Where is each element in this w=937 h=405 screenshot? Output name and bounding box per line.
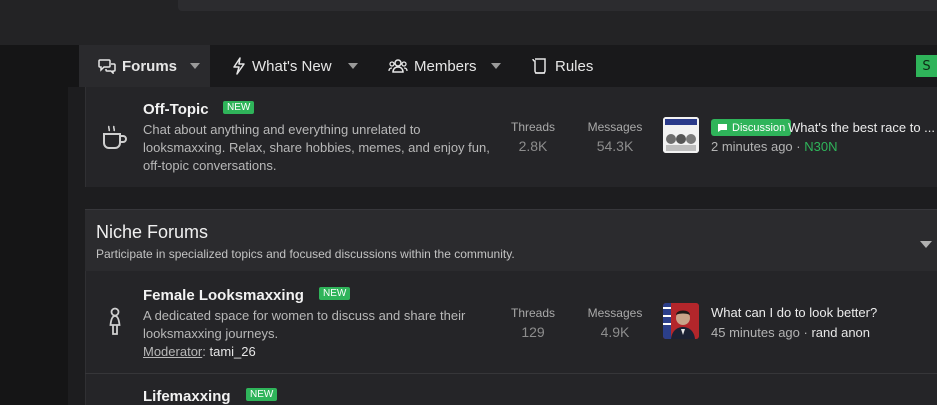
prefix-label: Discussion: [732, 121, 786, 134]
category-description: Participate in specialized topics and fo…: [96, 247, 515, 261]
messages-label: Messages: [587, 306, 643, 320]
tab-whats-new[interactable]: What's New: [232, 45, 332, 87]
moderator-line: Moderator: tami_26: [143, 343, 503, 361]
chevron-down-icon: [920, 241, 932, 248]
search-bar[interactable]: [178, 0, 937, 11]
description-line: A dedicated space for women to discuss a…: [143, 308, 466, 323]
forum-node-lifemaxxing[interactable]: Lifemaxxing NEW: [85, 374, 937, 405]
chevron-down-icon: [348, 63, 358, 69]
forum-title[interactable]: Off-Topic: [143, 101, 209, 118]
threads-count: 2.8K: [518, 138, 548, 154]
tab-members-label: Members: [414, 57, 477, 75]
new-badge: NEW: [223, 101, 255, 114]
forum-node-female-looksmaxxing[interactable]: Female Looksmaxxing NEW A dedicated spac…: [85, 271, 937, 373]
chevron-down-icon: [190, 63, 200, 69]
latest-thread-meta: 45 minutes ago · rand anon: [711, 325, 870, 340]
threads-label: Threads: [510, 120, 556, 134]
whats-new-dropdown-caret[interactable]: [340, 45, 366, 87]
main-nav: Forums What's New Members Rules: [0, 45, 937, 87]
left-sidebar: [0, 87, 68, 405]
latest-time: 45 minutes ago: [711, 325, 800, 340]
coffee-cup-icon: [100, 122, 130, 157]
discussion-prefix-badge[interactable]: Discussion: [711, 119, 792, 136]
tab-rules[interactable]: Rules: [531, 45, 593, 87]
forum-title[interactable]: Female Looksmaxxing: [143, 287, 304, 304]
users-icon: [388, 59, 408, 73]
forum-description: A dedicated space for women to discuss a…: [143, 307, 503, 361]
scroll-icon: [532, 58, 546, 74]
latest-author[interactable]: N30N: [804, 139, 837, 154]
meta-separator: ·: [792, 139, 805, 154]
new-badge: NEW: [319, 287, 351, 300]
description-line: looksmaxxing journeys.: [143, 326, 279, 341]
chat-bubbles-icon: [98, 59, 116, 74]
threads-label: Threads: [510, 306, 556, 320]
lightning-icon: [233, 57, 245, 75]
category-title[interactable]: Niche Forums: [96, 222, 208, 243]
chevron-down-icon: [491, 63, 501, 69]
moderator-label[interactable]: Moderator: [143, 344, 202, 359]
description-line: off-topic conversations.: [143, 158, 277, 173]
messages-label: Messages: [587, 120, 643, 134]
messages-count: 4.9K: [600, 324, 630, 340]
female-icon: [106, 307, 124, 342]
new-badge: NEW: [246, 388, 278, 401]
latest-thread-meta: 2 minutes ago · N30N: [711, 139, 837, 154]
tab-whats-new-label: What's New: [252, 57, 332, 75]
speech-bubble-icon: [718, 123, 727, 132]
avatar[interactable]: [663, 303, 699, 339]
forums-dropdown-caret[interactable]: [182, 45, 208, 87]
messages-count: 54.3K: [596, 138, 634, 154]
threads-count: 129: [521, 324, 545, 340]
nav-left-gutter: [0, 45, 79, 87]
description-line: looksmaxxing. Relax, share hobbies, meme…: [143, 140, 490, 155]
meta-separator: ·: [799, 325, 812, 340]
moderator-name[interactable]: tami_26: [209, 344, 255, 359]
description-line: Chat about anything and everything unrel…: [143, 122, 421, 137]
forum-node-off-topic[interactable]: Off-Topic NEW Chat about anything and ev…: [85, 87, 937, 187]
latest-time: 2 minutes ago: [711, 139, 793, 154]
tab-rules-label: Rules: [555, 57, 594, 75]
latest-thread-title[interactable]: What's the best race to ...: [788, 120, 935, 135]
members-dropdown-caret[interactable]: [483, 45, 509, 87]
thread-thumbnail[interactable]: [663, 117, 699, 153]
latest-author[interactable]: rand anon: [811, 325, 870, 340]
top-bar: [0, 0, 937, 45]
latest-thread-title[interactable]: What can I do to look better?: [711, 305, 877, 320]
forum-description: Chat about anything and everything unrel…: [143, 121, 503, 175]
forum-title[interactable]: Lifemaxxing: [143, 388, 231, 405]
category-header-niche-forums[interactable]: Niche Forums Participate in specialized …: [85, 209, 937, 271]
tab-members[interactable]: Members: [388, 45, 477, 87]
account-badge[interactable]: S: [916, 55, 937, 77]
tab-forums-label: Forums: [122, 57, 178, 75]
collapse-toggle[interactable]: [920, 235, 932, 253]
